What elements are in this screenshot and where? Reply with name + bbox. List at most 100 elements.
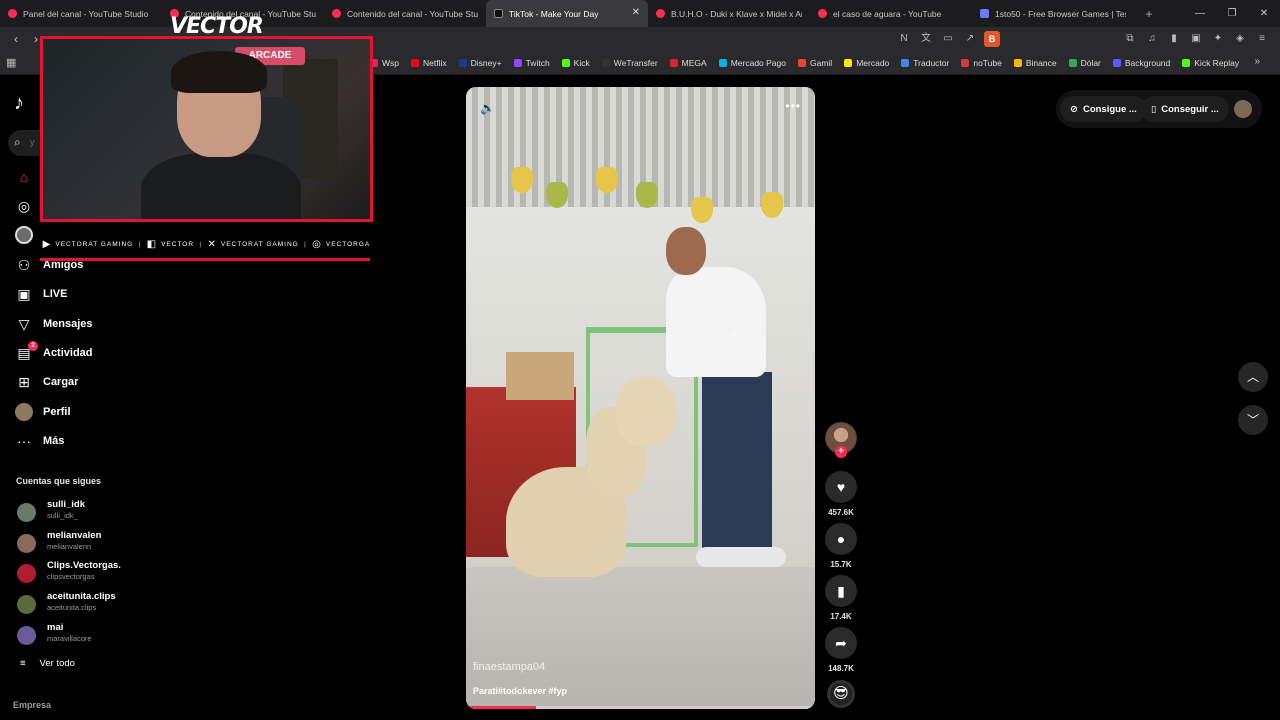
get-coins-button[interactable]: ⊘ Consigue ... bbox=[1060, 96, 1147, 122]
leo-ai-icon[interactable]: ✦ bbox=[1210, 31, 1226, 47]
get-app-button[interactable]: ▯ Conseguir ... bbox=[1141, 96, 1229, 122]
sidebar-item-label[interactable]: LIVE bbox=[43, 288, 67, 300]
next-video-icon[interactable]: ﹀ bbox=[1238, 405, 1268, 435]
comment-icon[interactable]: ● bbox=[825, 523, 857, 555]
browser-tab[interactable]: el caso de aguara - YouTube bbox=[810, 0, 972, 27]
bookmark-item[interactable]: Twitch bbox=[513, 58, 550, 68]
followed-account[interactable]: sulli_idk sulli_idk_ bbox=[17, 499, 217, 527]
more-icon[interactable]: ··· bbox=[15, 432, 33, 450]
messages-icon[interactable]: ▽ bbox=[15, 315, 33, 333]
bookmark-item[interactable]: Kick Replay bbox=[1182, 58, 1239, 68]
social-link: ✕ VECTORAT GAMING bbox=[207, 239, 298, 250]
followed-account[interactable]: Clips.Vectorgas. clipsvectorgas bbox=[17, 560, 217, 588]
user-avatar[interactable] bbox=[1234, 100, 1252, 118]
bookmark-label: Traductor bbox=[913, 58, 950, 68]
home-icon[interactable]: ⌂ bbox=[15, 168, 33, 186]
close-window-icon[interactable]: ✕ bbox=[1248, 0, 1280, 27]
sidebar-item-label[interactable]: Cargar bbox=[43, 376, 78, 388]
browser-tab[interactable]: 1sto50 - Free Browser Games | Test Y bbox=[972, 0, 1134, 27]
video-author[interactable]: finaestampa04 bbox=[473, 661, 545, 673]
following-avatar-icon[interactable] bbox=[15, 226, 33, 244]
tab-title: el caso de aguara - YouTube bbox=[833, 8, 942, 19]
youtube-icon bbox=[656, 9, 665, 18]
browser-tab[interactable]: Contenido del canal - YouTube Studio bbox=[324, 0, 486, 27]
bookmark-item[interactable]: Background bbox=[1112, 58, 1170, 68]
bookmark-label: Mercado Pago bbox=[730, 58, 786, 68]
bookmark-item[interactable]: Mercado Pago bbox=[718, 58, 786, 68]
stream-logo: VECTOR bbox=[170, 14, 264, 39]
footer-company-link[interactable]: Empresa bbox=[13, 700, 51, 710]
save-count: 17.4K bbox=[830, 612, 852, 621]
new-tab-button[interactable]: + bbox=[1134, 7, 1164, 21]
bookmark-item[interactable]: WeTransfer bbox=[601, 58, 658, 68]
sidebar-item-label[interactable]: Perfil bbox=[43, 406, 71, 418]
follow-plus-icon[interactable]: + bbox=[835, 446, 847, 458]
video-description[interactable]: Parati#todokever #fyp bbox=[473, 686, 567, 696]
live-icon[interactable]: ▣ bbox=[15, 285, 33, 303]
followed-account[interactable]: aceitunita.clips aceitunita.clips bbox=[17, 591, 217, 619]
bookmark-item[interactable]: Traductor bbox=[901, 58, 949, 68]
account-handle: aceitunita.clips bbox=[47, 603, 97, 613]
vpn-icon[interactable]: ◈ bbox=[1232, 31, 1248, 47]
list-icon: ≡ bbox=[20, 658, 26, 669]
bookmark-label: Disney+ bbox=[470, 58, 502, 68]
more-options-icon[interactable]: ••• bbox=[785, 99, 801, 113]
profile-icon[interactable] bbox=[15, 403, 33, 421]
followed-account[interactable]: melianvalen melianvalenn bbox=[17, 530, 217, 558]
close-tab-icon[interactable]: ✕ bbox=[632, 7, 640, 18]
bookmark-icon[interactable]: ▮ bbox=[825, 575, 857, 607]
share-icon[interactable]: ↗ bbox=[962, 31, 978, 47]
translate-icon[interactable]: 文 bbox=[918, 31, 934, 47]
bookmark-item[interactable]: Dólar bbox=[1068, 58, 1101, 68]
bookmark-item[interactable]: MEGA bbox=[669, 58, 707, 68]
apps-grid-icon[interactable]: ▦ bbox=[6, 56, 20, 70]
more-bookmarks-icon[interactable]: » bbox=[1254, 56, 1260, 67]
video-player[interactable]: 🔈 ••• finaestampa04 Parati#todokever #fy… bbox=[466, 87, 815, 709]
upload-icon[interactable]: ⊞ bbox=[15, 373, 33, 391]
tiktok-logo[interactable]: ♪ bbox=[14, 92, 24, 115]
volume-icon[interactable]: 🔈 bbox=[480, 101, 495, 115]
man-shoes bbox=[696, 547, 786, 567]
bookmark-item[interactable]: Wsp bbox=[370, 58, 399, 68]
see-all-label: Ver todo bbox=[39, 658, 75, 669]
sidebar-toggle-icon[interactable]: ▮ bbox=[1166, 31, 1182, 47]
menu-icon[interactable]: ≡ bbox=[1254, 31, 1270, 47]
bookmark-item[interactable]: Mercado bbox=[844, 58, 889, 68]
music-icon[interactable]: ♫ bbox=[1144, 31, 1160, 47]
account-name: aceitunita.clips bbox=[47, 591, 116, 603]
browser-tab[interactable]: TikTok - Make Your Day ✕ bbox=[486, 0, 648, 27]
bookmark-item[interactable]: Binance bbox=[1013, 58, 1057, 68]
bookmark-item[interactable]: Gamil bbox=[798, 58, 832, 68]
cast-icon[interactable]: ▭ bbox=[940, 31, 956, 47]
browser-tab[interactable]: Panel del canal - YouTube Studio bbox=[0, 0, 162, 27]
reader-mode-icon[interactable]: N bbox=[896, 31, 912, 47]
social-link: ◧ VECTOR bbox=[147, 239, 194, 250]
bookmark-item[interactable]: Netflix bbox=[411, 58, 447, 68]
followed-account[interactable]: mai maravillacore bbox=[17, 622, 217, 650]
bookmark-item[interactable]: Kick bbox=[561, 58, 590, 68]
see-all-link[interactable]: ≡ Ver todo bbox=[20, 658, 75, 669]
screenshot-icon[interactable]: ⧉ bbox=[1122, 31, 1138, 47]
back-icon[interactable]: ‹ bbox=[8, 31, 24, 47]
like-icon[interactable]: ♥ bbox=[825, 471, 857, 503]
bookmark-item[interactable]: noTube bbox=[961, 58, 1002, 68]
progress-bar[interactable] bbox=[466, 706, 536, 709]
wallet-icon[interactable]: ▣ bbox=[1188, 31, 1204, 47]
music-disc-icon[interactable]: 😎 bbox=[827, 680, 855, 708]
window-controls: — ❐ ✕ bbox=[1184, 0, 1280, 27]
bookmark-label: MEGA bbox=[681, 58, 707, 68]
avatar bbox=[17, 564, 36, 584]
minimize-icon[interactable]: — bbox=[1184, 0, 1216, 27]
explore-icon[interactable]: ◎ bbox=[15, 197, 33, 215]
sidebar-item-label[interactable]: Actividad bbox=[43, 347, 93, 359]
bookmark-item[interactable]: Disney+ bbox=[458, 58, 502, 68]
account-handle: maravillacore bbox=[47, 633, 92, 643]
sidebar-item-label[interactable]: Mensajes bbox=[43, 318, 93, 330]
sidebar-item-label[interactable]: Más bbox=[43, 435, 64, 447]
friends-icon[interactable]: ⚇ bbox=[15, 256, 33, 274]
share-arrow-icon[interactable]: ➦ bbox=[825, 627, 857, 659]
maximize-icon[interactable]: ❐ bbox=[1216, 0, 1248, 27]
browser-tab[interactable]: B.U.H.O - Duki x Klave x Midel x Arse bbox=[648, 0, 810, 27]
previous-video-icon[interactable]: ︿ bbox=[1238, 362, 1268, 392]
brave-shield-icon[interactable]: B bbox=[984, 31, 1000, 47]
